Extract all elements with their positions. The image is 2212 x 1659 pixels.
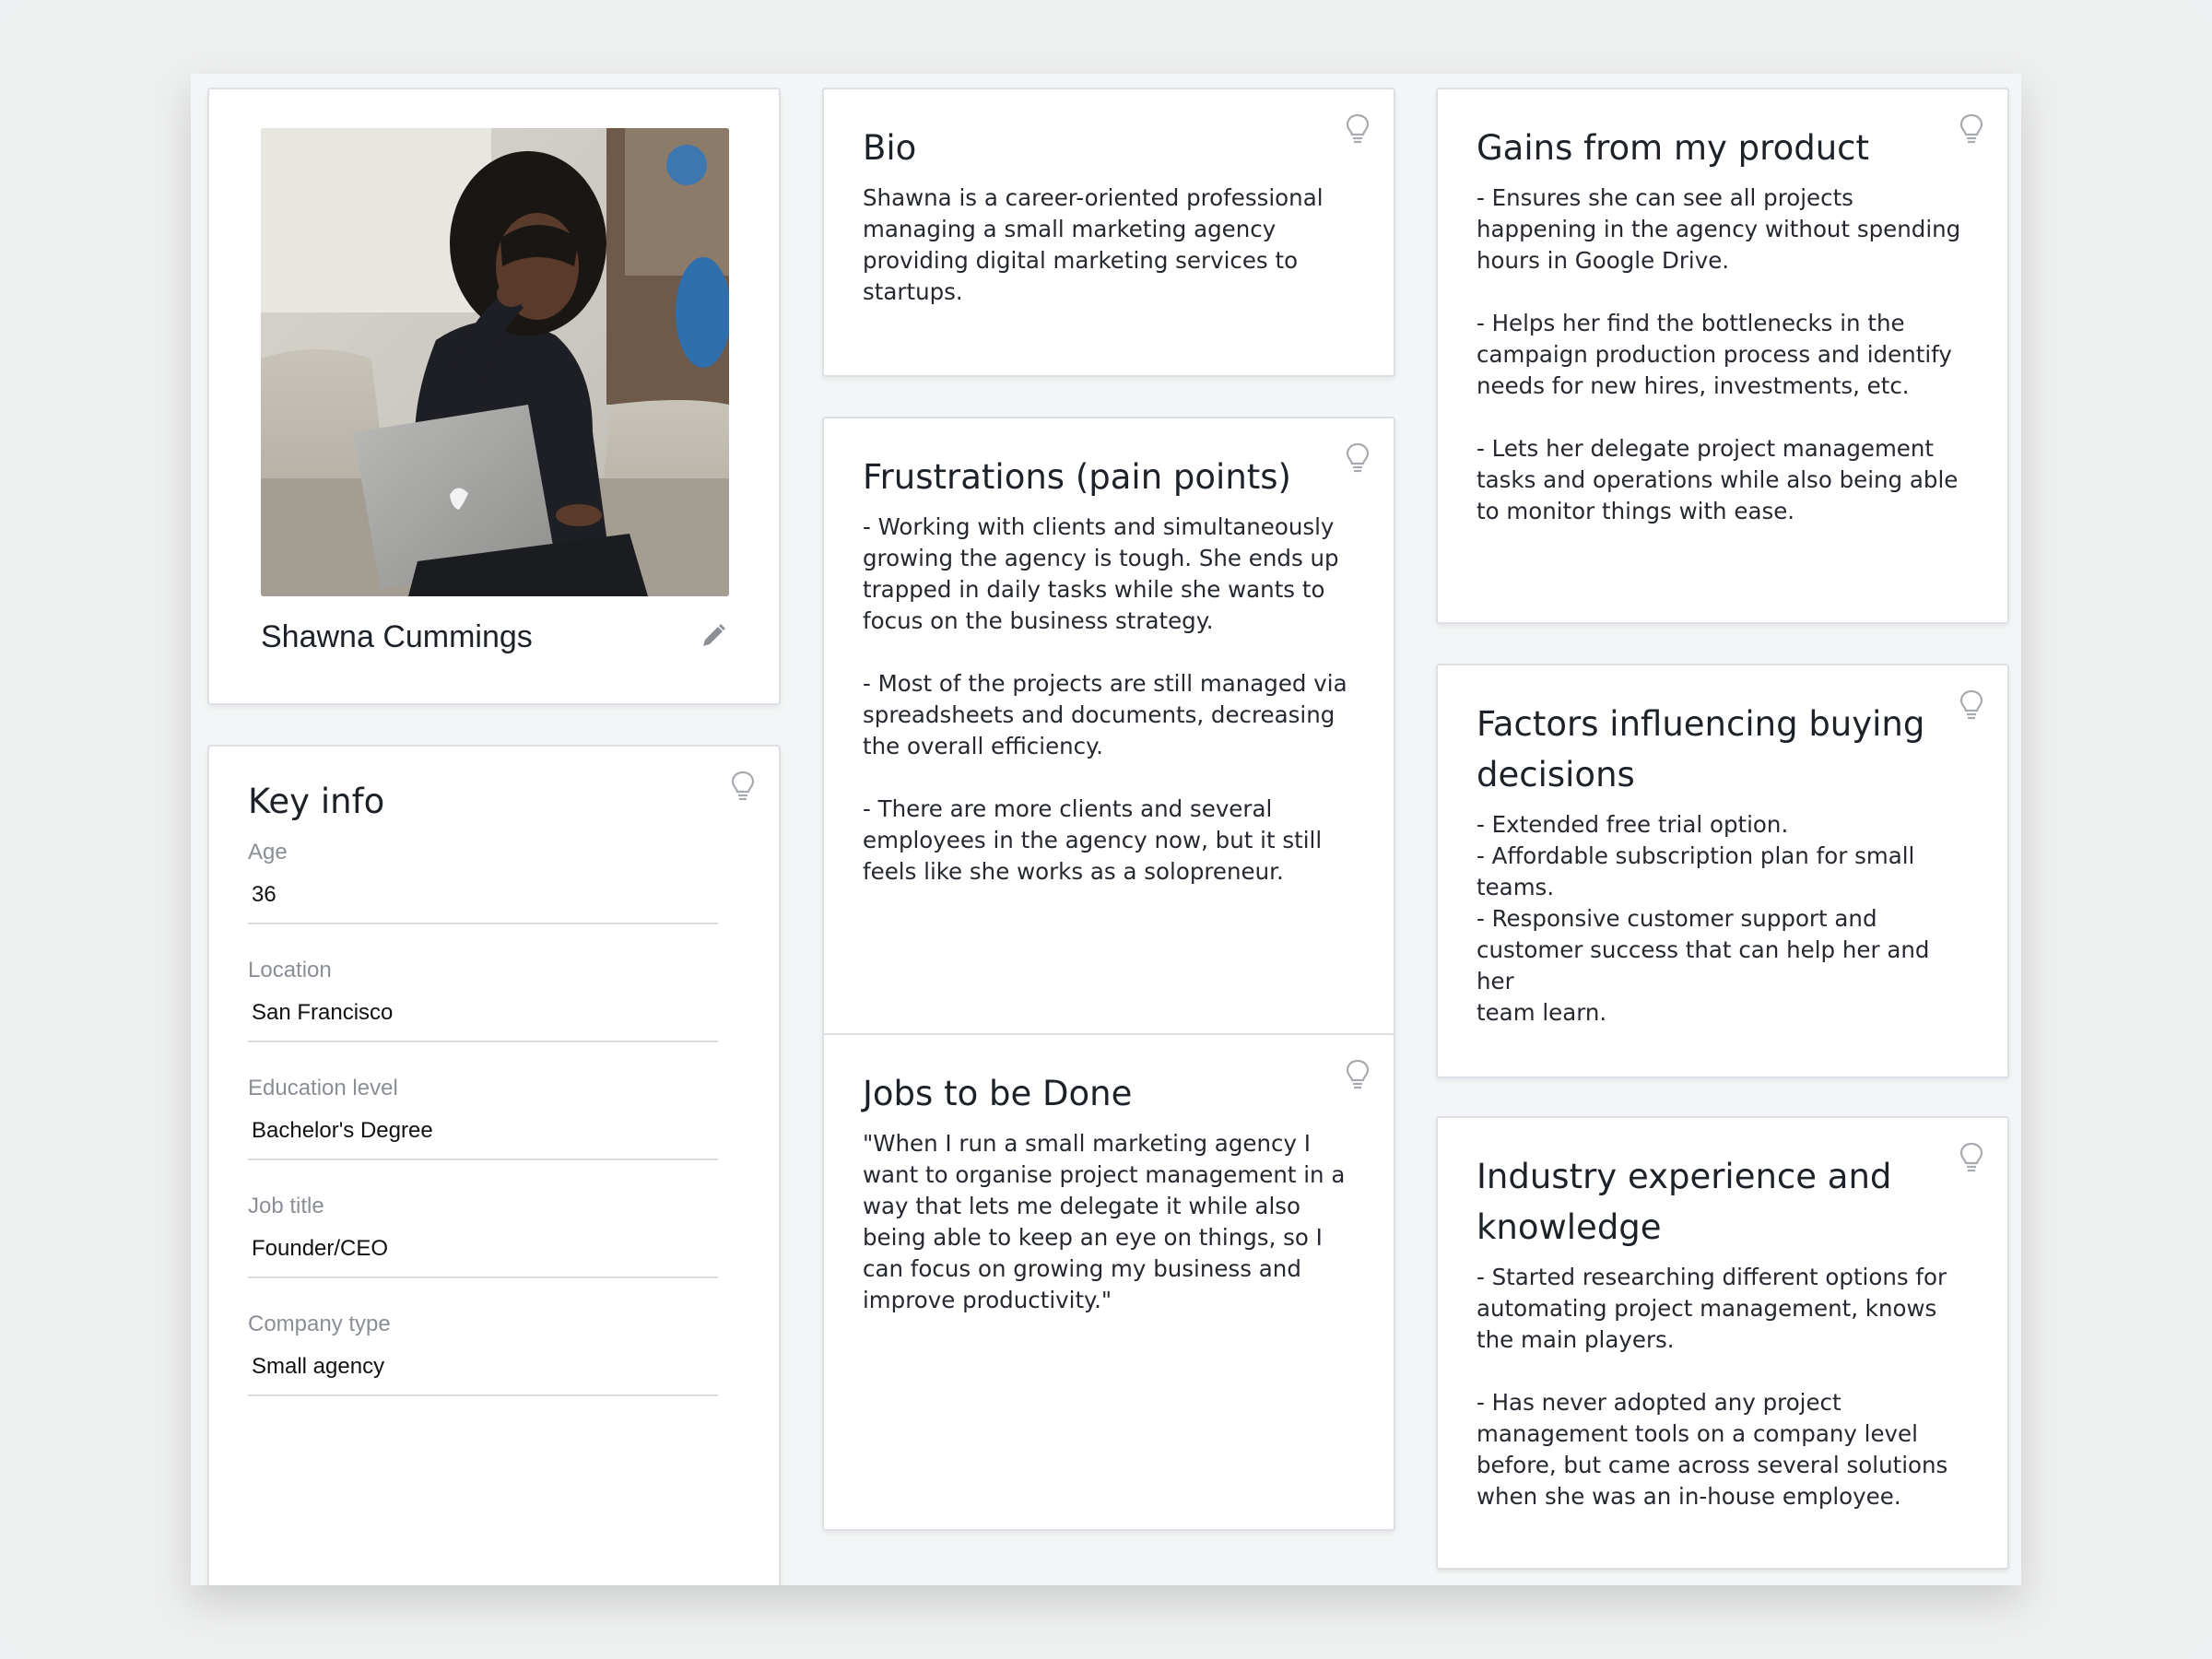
persona-name: Shawna Cummings <box>261 619 533 654</box>
field-job-title[interactable]: Job title Founder/CEO <box>248 1194 740 1278</box>
field-label: Job title <box>248 1194 324 1218</box>
bio-card[interactable]: Bio Shawna is a career-oriented professi… <box>822 88 1395 377</box>
job-title-input[interactable]: Founder/CEO <box>248 1219 718 1278</box>
factors-text: - Extended free trial option. - Affordab… <box>1477 811 1930 1026</box>
pencil-icon[interactable] <box>700 622 727 650</box>
field-age[interactable]: Age 36 <box>248 840 740 924</box>
persona-board: Shawna Cummings Key info Age 36 Location… <box>191 74 2021 1585</box>
lightbulb-icon[interactable] <box>1959 1142 1983 1173</box>
jobs-to-be-done-card[interactable]: Jobs to be Done "When I run a small mark… <box>822 1033 1395 1531</box>
gains-card[interactable]: Gains from my product - Ensures she can … <box>1436 88 2009 624</box>
lightbulb-icon[interactable] <box>1959 689 1983 721</box>
bio-text: Shawna is a career-oriented professional… <box>863 184 1324 305</box>
gains-title: Gains from my product <box>1477 128 1869 168</box>
education-input[interactable]: Bachelor's Degree <box>248 1101 718 1160</box>
profile-card: Shawna Cummings <box>207 88 781 705</box>
frustrations-card[interactable]: Frustrations (pain points) - Working wit… <box>822 417 1395 1036</box>
frustrations-text: - Working with clients and simultaneousl… <box>863 513 1347 885</box>
industry-text: - Started researching different options … <box>1477 1264 1948 1510</box>
field-education[interactable]: Education level Bachelor's Degree <box>248 1076 740 1160</box>
jobs-title: Jobs to be Done <box>863 1074 1133 1113</box>
field-label: Age <box>248 840 288 865</box>
field-company-type[interactable]: Company type Small agency <box>248 1312 740 1396</box>
company-type-input[interactable]: Small agency <box>248 1337 718 1396</box>
key-info-card: Key info Age 36 Location San Francisco E… <box>207 745 781 1585</box>
persona-photo-image <box>261 128 729 596</box>
bio-title: Bio <box>863 128 917 168</box>
lightbulb-icon[interactable] <box>1346 1059 1370 1090</box>
industry-title: Industry experience and knowledge <box>1477 1157 1892 1247</box>
lightbulb-icon[interactable] <box>1346 442 1370 474</box>
buying-factors-card[interactable]: Factors influencing buying decisions - E… <box>1436 664 2009 1078</box>
persona-photo <box>261 128 729 596</box>
key-info-fields: Age 36 Location San Francisco Education … <box>248 840 740 1396</box>
factors-title: Factors influencing buying decisions <box>1477 704 1925 794</box>
gains-text: - Ensures she can see all projects happe… <box>1477 184 1961 524</box>
location-input[interactable]: San Francisco <box>248 983 718 1042</box>
field-label: Location <box>248 958 332 982</box>
page-background: Shawna Cummings Key info Age 36 Location… <box>0 0 2212 1659</box>
jobs-text: "When I run a small marketing agency I w… <box>863 1130 1346 1313</box>
field-label: Company type <box>248 1312 391 1336</box>
field-location[interactable]: Location San Francisco <box>248 958 740 1042</box>
industry-experience-card[interactable]: Industry experience and knowledge - Star… <box>1436 1116 2009 1570</box>
key-info-title: Key info <box>248 782 385 821</box>
lightbulb-icon[interactable] <box>1346 113 1370 145</box>
age-input[interactable]: 36 <box>248 865 718 924</box>
lightbulb-icon[interactable] <box>731 771 755 802</box>
frustrations-title: Frustrations (pain points) <box>863 457 1291 497</box>
field-label: Education level <box>248 1076 398 1100</box>
lightbulb-icon[interactable] <box>1959 113 1983 145</box>
